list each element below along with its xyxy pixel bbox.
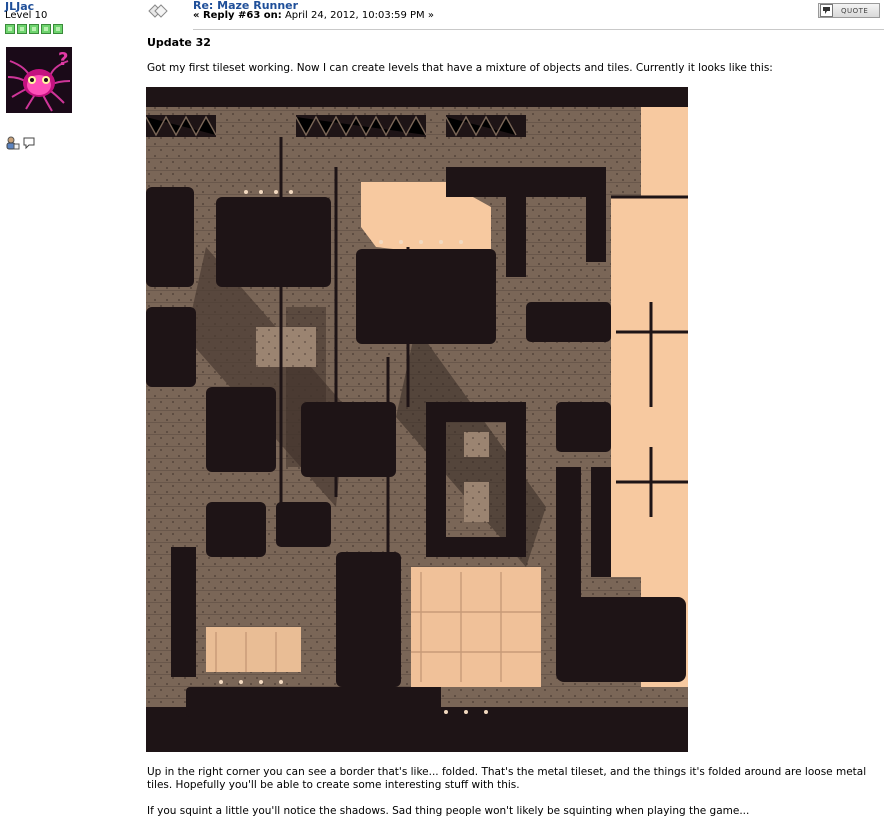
quote-button-label: QUOTE: [841, 6, 869, 15]
reply-number[interactable]: « Reply #63 on:: [193, 10, 282, 21]
quote-button[interactable]: QUOTE: [818, 3, 880, 18]
profile-icons: [6, 136, 36, 150]
description-text: Up in the right corner you can see a bor…: [147, 766, 867, 791]
avatar: ?: [6, 47, 72, 113]
star-icon: [53, 24, 63, 34]
shadow-note-text: If you squint a little you'll notice the…: [147, 805, 750, 817]
header-divider: [193, 29, 884, 30]
poster-level: Level 10: [5, 10, 48, 21]
profile-icon[interactable]: [6, 136, 20, 150]
post-meta: « Reply #63 on: April 24, 2012, 10:03:59…: [193, 10, 434, 21]
quote-icon: [820, 4, 833, 17]
post-date: April 24, 2012, 10:03:59 PM »: [284, 10, 434, 21]
star-icon: [5, 24, 15, 34]
star-icon: [41, 24, 51, 34]
post-heading: Update 32: [147, 36, 211, 49]
svg-text:?: ?: [58, 49, 68, 70]
intro-text: Got my first tileset working. Now I can …: [147, 62, 773, 74]
star-icon: [17, 24, 27, 34]
personal-message-icon[interactable]: [22, 136, 36, 150]
post-xx-icon: [148, 4, 168, 18]
level-screenshot: [146, 87, 688, 752]
star-icon: [29, 24, 39, 34]
rank-stars: [5, 24, 63, 34]
